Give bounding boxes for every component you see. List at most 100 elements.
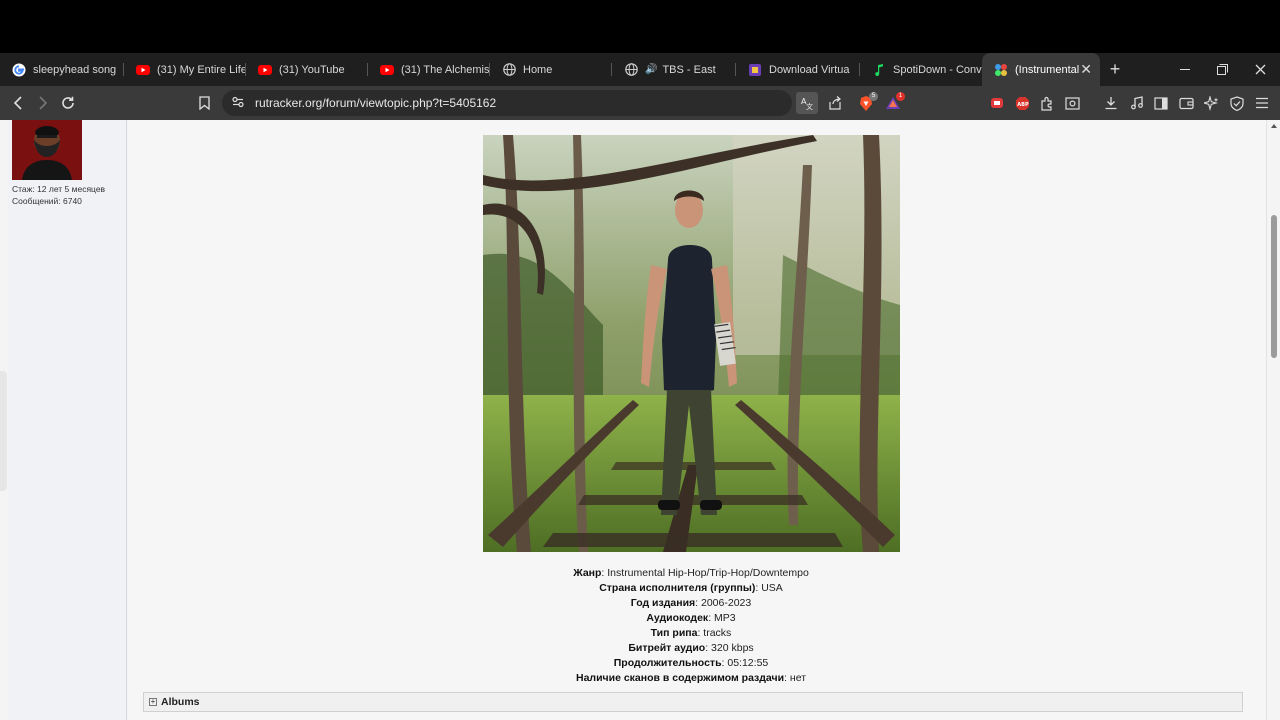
avatar[interactable] — [12, 120, 82, 180]
globe-icon — [624, 63, 638, 77]
wallet-icon[interactable] — [1175, 92, 1197, 114]
info-value: tracks — [703, 627, 732, 639]
user-stats: Стаж: 12 лет 5 месяцев Сообщений: 6740 — [12, 183, 105, 207]
extensions-icon[interactable] — [1036, 92, 1058, 114]
speaker-icon[interactable]: 🔊 — [645, 64, 657, 75]
restore-button[interactable] — [1203, 53, 1241, 86]
downloads-icon[interactable] — [1100, 92, 1122, 114]
release-info: Жанр: Instrumental Hip-Hop/Trip-Hop/Down… — [128, 566, 1254, 686]
tab-my-entire-life[interactable]: (31) My Entire Life — [124, 53, 246, 86]
tab-download-virtua[interactable]: Download Virtua — [736, 53, 860, 86]
expand-plus-icon[interactable]: + — [149, 698, 157, 706]
user-experience: Стаж: 12 лет 5 месяцев — [12, 184, 106, 194]
info-row-genre: Жанр: Instrumental Hip-Hop/Trip-Hop/Down… — [128, 566, 1254, 581]
info-label: Наличие сканов в содержимом раздачи — [575, 672, 785, 684]
info-label: Битрейт аудио — [628, 642, 706, 654]
bookmark-icon[interactable] — [193, 92, 215, 114]
info-value: 320 kbps — [711, 642, 754, 654]
address-bar[interactable]: rutracker.org/forum/viewtopic.php?t=5405… — [222, 90, 792, 116]
site-settings-icon[interactable] — [231, 95, 245, 114]
leo-ai-icon[interactable] — [1200, 92, 1222, 114]
notification-badge: 1 — [896, 92, 905, 101]
info-label: Аудиокодек — [646, 612, 709, 624]
info-row-rip-type: Тип рипа: tracks — [128, 626, 1254, 641]
download-site-icon — [748, 63, 762, 77]
translate-icon[interactable]: A文 — [796, 92, 818, 114]
close-window-button[interactable] — [1241, 53, 1279, 86]
tab-title: sleepyhead song — [33, 63, 117, 76]
navigation-toolbar: rutracker.org/forum/viewtopic.php?t=5405… — [0, 86, 1280, 120]
info-label: Тип рипа — [650, 627, 698, 639]
tab-youtube[interactable]: (31) YouTube — [246, 53, 368, 86]
scrollbar-thumb[interactable] — [1271, 215, 1277, 358]
menu-icon[interactable] — [1251, 92, 1273, 114]
tab-title: (31) My Entire Life — [157, 63, 246, 76]
globe-icon — [502, 63, 516, 77]
info-row-year: Год издания: 2006-2023 — [128, 596, 1254, 611]
tab-title: (31) The Alchemist — [401, 63, 490, 76]
vpn-icon[interactable] — [1226, 92, 1248, 114]
back-button[interactable] — [7, 92, 29, 114]
albums-spoiler[interactable]: + Albums — [143, 692, 1243, 712]
google-icon — [12, 63, 26, 77]
minimize-button[interactable] — [1166, 53, 1204, 86]
tab-title: Home — [523, 63, 553, 76]
user-message-count: Сообщений: 6740 — [12, 196, 82, 206]
brave-shield-icon[interactable]: 5 — [855, 92, 878, 114]
tab-title: (31) YouTube — [279, 63, 345, 76]
new-tab-button[interactable]: + — [1100, 53, 1130, 86]
youtube-icon — [380, 63, 394, 77]
tab-sleepyhead[interactable]: sleepyhead song — [0, 53, 124, 86]
brave-rewards-icon[interactable]: 1 — [882, 92, 905, 114]
tab-title: (Instrumental — [1015, 63, 1080, 76]
page-content: Стаж: 12 лет 5 месяцев Сообщений: 6740 Ж… — [0, 120, 1280, 720]
tab-title: TBS - East — [662, 63, 716, 76]
svg-text:文: 文 — [806, 102, 813, 110]
record-extension-icon[interactable] — [986, 92, 1008, 114]
tab-tbs-east[interactable]: 🔊 TBS - East — [612, 53, 736, 86]
info-row-scans: Наличие сканов в содержимом раздачи: нет — [128, 671, 1254, 686]
info-row-duration: Продолжительность: 05:12:55 — [128, 656, 1254, 671]
svg-text:ABP: ABP — [1017, 101, 1029, 107]
info-value: 2006-2023 — [701, 597, 752, 609]
close-tab-icon[interactable]: ✕ — [1080, 61, 1092, 78]
youtube-icon — [136, 63, 150, 77]
tab-instrumental-active[interactable]: (Instrumental ✕ — [982, 53, 1100, 86]
url-text: rutracker.org/forum/viewtopic.php?t=5405… — [255, 96, 497, 110]
tab-spotidown[interactable]: SpotiDown - Conv — [860, 53, 982, 86]
reload-button[interactable] — [57, 92, 79, 114]
tab-home[interactable]: Home — [490, 53, 612, 86]
shield-count-badge: 5 — [869, 92, 878, 101]
info-value: Instrumental Hip-Hop/Trip-Hop/Downtempo — [607, 567, 809, 579]
scroll-up-icon[interactable] — [1270, 123, 1278, 129]
side-panel-handle[interactable] — [0, 371, 7, 491]
post-body: Жанр: Instrumental Hip-Hop/Trip-Hop/Down… — [128, 120, 1266, 720]
poster-column: Стаж: 12 лет 5 месяцев Сообщений: 6740 — [8, 120, 127, 720]
info-value: нет — [789, 672, 807, 684]
media-icon[interactable] — [1126, 92, 1148, 114]
info-label: Жанр — [573, 567, 602, 579]
info-row-codec: Аудиокодек: MP3 — [128, 611, 1254, 626]
active-tab-icon — [994, 63, 1008, 77]
info-value: USA — [761, 582, 783, 594]
info-value: MP3 — [714, 612, 736, 624]
tab-title: Download Virtua — [769, 63, 850, 76]
tab-title: SpotiDown - Conv — [893, 63, 982, 76]
album-cover-image[interactable] — [483, 135, 900, 552]
info-label: Страна исполнителя (группы) — [599, 582, 756, 594]
info-row-bitrate: Битрейт аудио: 320 kbps — [128, 641, 1254, 656]
tab-the-alchemist[interactable]: (31) The Alchemist — [368, 53, 490, 86]
info-value: 05:12:55 — [727, 657, 769, 669]
forward-button[interactable] — [32, 92, 54, 114]
window-top-area — [0, 0, 1280, 53]
youtube-icon — [258, 63, 272, 77]
sidebar-icon[interactable] — [1150, 92, 1172, 114]
albums-label: Albums — [161, 696, 200, 708]
page-scrollbar[interactable] — [1266, 120, 1280, 720]
info-label: Продолжительность — [613, 657, 722, 669]
screenshot-icon[interactable] — [1061, 92, 1083, 114]
info-row-country: Страна исполнителя (группы): USA — [128, 581, 1254, 596]
music-note-icon — [872, 63, 886, 77]
adblock-icon[interactable]: ABP — [1011, 92, 1033, 114]
share-icon[interactable] — [824, 92, 846, 114]
